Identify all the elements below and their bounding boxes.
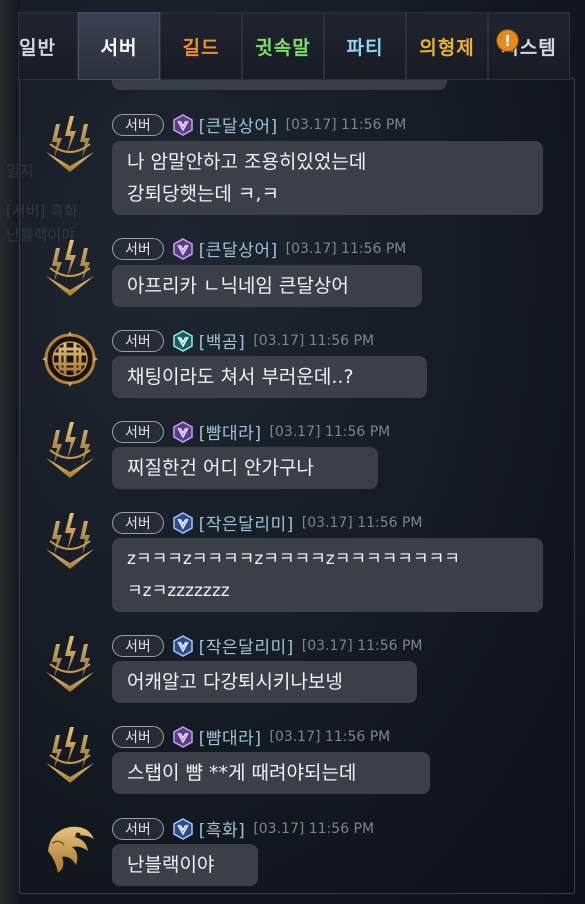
channel-tag: 서버 bbox=[112, 420, 164, 443]
message-bubble[interactable]: zㅋㅋㅋzㅋㅋㅋㅋzㅋㅋㅋㅋzㅋㅋㅋㅋㅋㅋㅋㅋ ㅋzㅋzzzzzzz bbox=[112, 538, 543, 612]
message-bubble[interactable]: 스탭이 뺨 **게 때려야되는데 bbox=[112, 752, 430, 794]
tab-guild[interactable]: 길드 bbox=[160, 12, 242, 80]
timestamp: [03.17] 11:56 PM bbox=[285, 116, 407, 133]
channel-tag: 서버 bbox=[112, 329, 164, 352]
timestamp: [03.17] 11:56 PM bbox=[269, 423, 391, 440]
player-name[interactable]: [작은달리미] bbox=[199, 510, 294, 535]
window-edge bbox=[0, 0, 20, 904]
message-bubble[interactable]: 찌질한건 어디 안가구나 bbox=[112, 447, 378, 489]
previous-message-bubble bbox=[112, 80, 447, 90]
channel-tag: 서버 bbox=[112, 511, 164, 534]
message-bubble[interactable]: 아프리카 ㄴ닉네임 큰달상어 bbox=[112, 265, 422, 307]
timestamp: [03.17] 11:56 PM bbox=[285, 240, 407, 257]
blue-rank-icon bbox=[173, 817, 193, 840]
purple-rank-icon bbox=[173, 113, 193, 136]
blue-rank-icon bbox=[173, 634, 193, 657]
player-name[interactable]: [큰달상어] bbox=[199, 112, 278, 137]
timestamp: [03.17] 11:56 PM bbox=[253, 820, 375, 837]
gold-lightning-emblem-icon bbox=[46, 240, 94, 296]
channel-tag: 서버 bbox=[112, 237, 164, 260]
chat-tab-bar: 일반 서버 길드 귓속말 파티 의형제 시스템 ! bbox=[0, 12, 585, 80]
player-name[interactable]: [뺨대라] bbox=[199, 419, 262, 444]
channel-tag: 서버 bbox=[112, 817, 164, 840]
message-bubble[interactable]: 난블랙이야 bbox=[112, 844, 258, 886]
gold-dragon-emblem-icon bbox=[48, 826, 94, 873]
gold-lightning-emblem-icon bbox=[46, 513, 94, 569]
purple-rank-icon bbox=[173, 725, 193, 748]
tab-label: 의형제 bbox=[419, 36, 475, 59]
player-name[interactable]: [뺨대라] bbox=[199, 724, 262, 749]
player-name[interactable]: [작은달리미] bbox=[199, 633, 294, 658]
tab-label: 길드 bbox=[182, 36, 220, 59]
tab-label: 서버 bbox=[100, 36, 138, 59]
purple-rank-icon bbox=[173, 420, 193, 443]
gold-lightning-emblem-icon bbox=[46, 116, 94, 172]
tab-label: 귓속말 bbox=[255, 36, 311, 59]
player-name[interactable]: [백곰] bbox=[199, 328, 246, 353]
blue-rank-icon bbox=[173, 511, 193, 534]
tab-brotherhood[interactable]: 의형제 bbox=[406, 12, 488, 80]
player-name[interactable]: [큰달상어] bbox=[199, 236, 278, 261]
tab-whisper[interactable]: 귓속말 bbox=[242, 12, 324, 80]
player-name[interactable]: [흑화] bbox=[199, 816, 246, 841]
teal-rank-icon bbox=[173, 329, 193, 352]
channel-tag: 서버 bbox=[112, 113, 164, 136]
channel-tag: 서버 bbox=[112, 725, 164, 748]
message-bubble[interactable]: 나 암말안하고 조용히있었는데 강퇴당햇는데 ㅋ,ㅋ bbox=[112, 141, 543, 215]
tab-label: 일반 bbox=[19, 36, 56, 59]
timestamp: [03.17] 11:56 PM bbox=[301, 637, 423, 654]
timestamp: [03.17] 11:56 PM bbox=[253, 332, 375, 349]
gold-lightning-emblem-icon bbox=[46, 636, 94, 692]
gold-lightning-emblem-icon bbox=[46, 727, 94, 783]
background-ghost-text: [서버] 흑화 bbox=[6, 202, 78, 220]
tab-label: 파티 bbox=[346, 36, 384, 59]
message-bubble[interactable]: 채팅이라도 쳐서 부러운데..? bbox=[112, 356, 427, 398]
tab-party[interactable]: 파티 bbox=[324, 12, 406, 80]
gold-knot-emblem-icon bbox=[42, 331, 98, 387]
message-bubble[interactable]: 어캐알고 다강퇴시키나보넹 bbox=[112, 661, 417, 703]
timestamp: [03.17] 11:56 PM bbox=[269, 728, 391, 745]
purple-rank-icon bbox=[173, 237, 193, 260]
chat-window: 일지 [서버] 흑화 난블랙이야 일반 서버 길드 귓속말 파티 의형제 시스템… bbox=[0, 0, 585, 904]
alert-badge-icon: ! bbox=[497, 30, 518, 51]
timestamp: [03.17] 11:56 PM bbox=[301, 514, 423, 531]
channel-tag: 서버 bbox=[112, 634, 164, 657]
tab-general[interactable]: 일반 bbox=[18, 12, 78, 80]
tab-server[interactable]: 서버 bbox=[78, 12, 160, 80]
background-ghost-text: 일지 bbox=[6, 162, 34, 180]
gold-lightning-emblem-icon bbox=[46, 422, 94, 478]
